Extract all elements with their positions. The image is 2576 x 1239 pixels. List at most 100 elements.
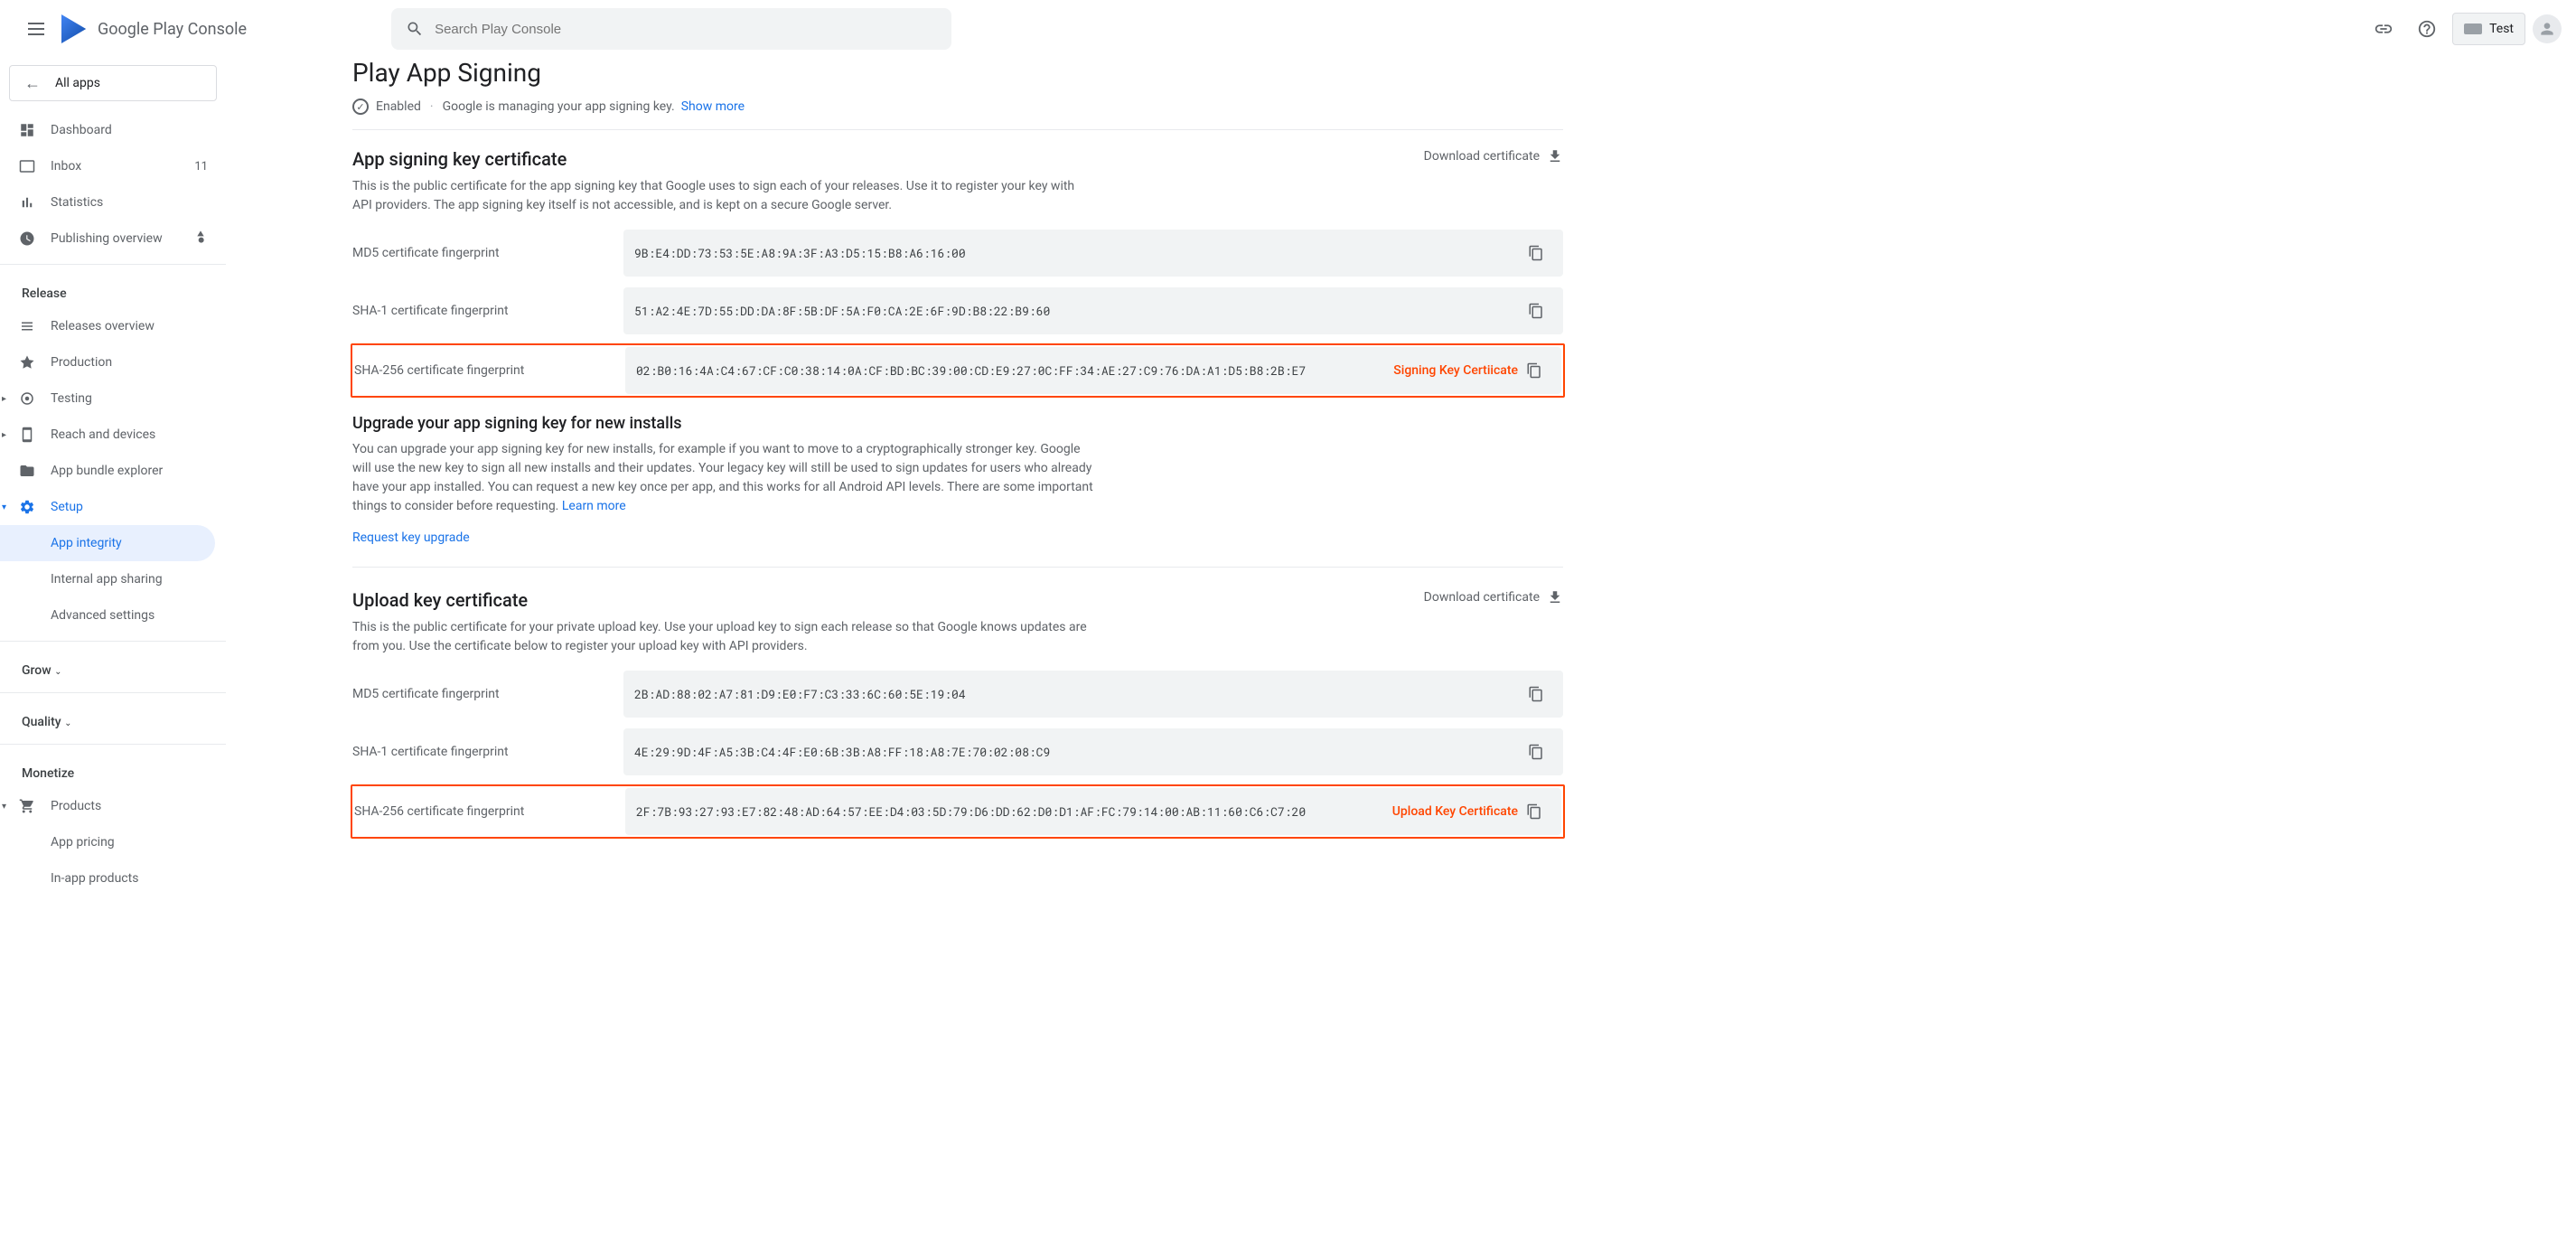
download-icon [1547,589,1563,605]
section-grow[interactable]: Grow ⌄ [0,649,226,685]
sha1-row: SHA-1 certificate fingerprint 51:A2:4E:7… [352,287,1563,334]
signing-annotation: Signing Key Certiicate [1393,363,1518,378]
setup-icon [18,498,36,516]
nav-production[interactable]: Production [0,344,226,380]
help-icon[interactable] [2409,11,2445,47]
nav-label: Production [51,355,112,370]
nav-label: Dashboard [51,123,112,137]
nav-inbox[interactable]: Inbox 11 [0,148,226,184]
testing-icon [18,390,36,408]
md5-value: 2B:AD:88:02:A7:81:D9:E0:F7:C3:33:6C:60:5… [634,686,1520,702]
search-input[interactable] [435,22,937,37]
all-apps-label: All apps [55,76,100,90]
learn-more-link[interactable]: Learn more [562,499,626,513]
upgrade-title: Upgrade your app signing key for new ins… [352,414,1563,433]
show-more-link[interactable]: Show more [681,99,745,114]
signing-cert-desc: This is the public certificate for the a… [352,177,1093,215]
nav-reach-devices[interactable]: ▸ Reach and devices [0,417,226,453]
search-bar[interactable] [391,8,951,50]
nav-label: Publishing overview [51,231,163,246]
products-icon [18,797,36,815]
status-row: ✓ Enabled · Google is managing your app … [352,99,1563,130]
upload-cert-desc: This is the public certificate for your … [352,618,1093,656]
link-icon[interactable] [2365,11,2402,47]
main-content: Play App Signing ✓ Enabled · Google is m… [226,58,1672,873]
copy-button[interactable] [1518,795,1550,828]
copy-button[interactable] [1520,678,1552,710]
upload-sha256-highlight: SHA-256 certificate fingerprint 2F:7B:93… [351,784,1565,839]
download-icon [1547,148,1563,164]
nav-label: In-app products [51,871,138,886]
inbox-badge: 11 [194,160,208,174]
nav-inapp-products[interactable]: In-app products [0,860,226,896]
sha1-label: SHA-1 certificate fingerprint [352,304,623,318]
app-header: Google Play Console Test [0,0,2576,58]
download-upload-cert[interactable]: Download certificate [1424,589,1563,605]
md5-row: MD5 certificate fingerprint 9B:E4:DD:73:… [352,230,1563,277]
nav-publishing[interactable]: Publishing overview [0,221,226,257]
signing-cert-title: App signing key certificate [352,148,1093,170]
nav-label: Products [51,799,101,813]
menu-button[interactable] [14,7,58,51]
logo-text: Google Play Console [98,20,247,39]
play-logo-icon [61,14,90,43]
production-icon [18,353,36,371]
nav-internal-sharing[interactable]: Internal app sharing [0,561,226,597]
all-apps-button[interactable]: ← All apps [9,65,217,101]
bundle-icon [18,462,36,480]
nav-advanced-settings[interactable]: Advanced settings [0,597,226,634]
search-icon [406,20,424,38]
download-signing-cert[interactable]: Download certificate [1424,148,1563,164]
copy-button[interactable] [1520,736,1552,768]
upload-sha1-row: SHA-1 certificate fingerprint 4E:29:9D:4… [352,728,1563,775]
section-quality[interactable]: Quality ⌄ [0,700,226,737]
nav-app-integrity[interactable]: App integrity [0,525,215,561]
dashboard-icon [18,121,36,139]
sha1-value: 51:A2:4E:7D:55:DD:DA:8F:5B:DF:5A:F0:CA:2… [634,303,1520,319]
app-switcher[interactable]: Test [2452,13,2525,45]
expand-caret-icon: ▾ [2,502,6,512]
sha1-value: 4E:29:9D:4F:A5:3B:C4:4F:E0:6B:3B:A8:FF:1… [634,744,1520,760]
copy-button[interactable] [1520,295,1552,327]
sha256-row: SHA-256 certificate fingerprint 02:B0:16… [354,347,1561,394]
sha1-label: SHA-1 certificate fingerprint [352,745,623,759]
upload-md5-row: MD5 certificate fingerprint 2B:AD:88:02:… [352,671,1563,718]
upgrade-desc: You can upgrade your app signing key for… [352,440,1093,516]
section-release: Release [0,272,226,308]
nav-testing[interactable]: ▸ Testing [0,380,226,417]
copy-button[interactable] [1518,354,1550,387]
sha256-value: 02:B0:16:4A:C4:67:CF:C0:38:14:0A:CF:BD:B… [636,362,1339,379]
upload-cert-section: Upload key certificate This is the publi… [352,589,1563,839]
user-avatar[interactable] [2533,14,2562,43]
check-icon: ✓ [352,99,369,115]
request-upgrade-link[interactable]: Request key upgrade [352,530,470,545]
nav-app-pricing[interactable]: App pricing [0,824,226,860]
sha256-value: 2F:7B:93:27:93:E7:82:48:AD:64:57:EE:D4:0… [636,803,1338,820]
back-arrow-icon: ← [24,74,41,93]
nav-label: Statistics [51,195,103,210]
nav-products[interactable]: ▾ Products [0,788,226,824]
signing-cert-section: App signing key certificate This is the … [352,148,1563,398]
md5-value: 9B:E4:DD:73:53:5E:A8:9A:3F:A3:D5:15:B8:A… [634,245,1520,261]
sidebar: ← All apps Dashboard Inbox 11 Statistics… [0,58,226,1239]
upload-sha256-row: SHA-256 certificate fingerprint 2F:7B:93… [354,788,1561,835]
copy-button[interactable] [1520,237,1552,269]
app-icon [2464,23,2482,34]
managed-icon [193,230,208,248]
nav-statistics[interactable]: Statistics [0,184,226,221]
nav-dashboard[interactable]: Dashboard [0,112,226,148]
nav-bundle-explorer[interactable]: App bundle explorer [0,453,226,489]
releases-icon [18,317,36,335]
app-name: Test [2489,22,2514,36]
inbox-icon [18,157,36,175]
md5-label: MD5 certificate fingerprint [352,246,623,260]
logo[interactable]: Google Play Console [61,14,247,43]
page-title: Play App Signing [352,58,1563,88]
md5-label: MD5 certificate fingerprint [352,687,623,701]
expand-caret-icon: ▾ [2,802,6,812]
sha256-highlight: SHA-256 certificate fingerprint 02:B0:16… [351,343,1565,398]
status-enabled: Enabled [376,99,421,114]
upload-annotation: Upload Key Certificate [1392,804,1518,819]
nav-releases-overview[interactable]: Releases overview [0,308,226,344]
nav-setup[interactable]: ▾ Setup [0,489,226,525]
